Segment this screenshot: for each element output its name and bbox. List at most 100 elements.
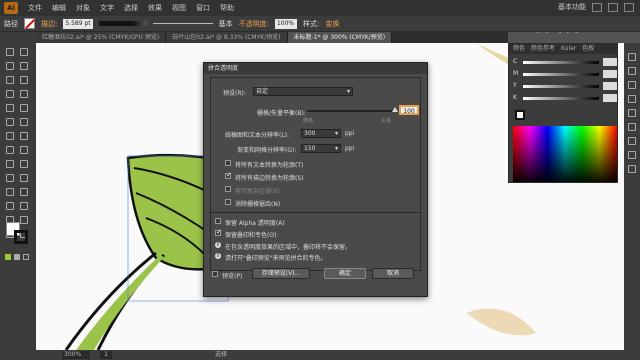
menu-object[interactable]: 对象 bbox=[76, 3, 90, 13]
fill-swatch[interactable] bbox=[24, 18, 35, 29]
document-tabs: 红糖酒坊02.ai* @ 25% (CMYK/GPU 预览) 玩叶山包02.ai… bbox=[36, 32, 508, 43]
preserve-alpha-checkbox[interactable] bbox=[215, 218, 221, 224]
channel-k-field[interactable] bbox=[603, 94, 617, 102]
width-tool-icon[interactable] bbox=[6, 146, 14, 154]
symbol-sprayer-tool-icon[interactable] bbox=[6, 202, 14, 210]
channel-k-label: K bbox=[513, 94, 517, 101]
lasso-tool-icon[interactable] bbox=[20, 62, 28, 70]
raster-max-label: 矢量 bbox=[381, 118, 392, 124]
free-transform-tool-icon[interactable] bbox=[20, 146, 28, 154]
cancel-button[interactable]: 取消 bbox=[372, 268, 414, 279]
preserve-overprint-checkbox[interactable] bbox=[215, 228, 222, 236]
transform-link[interactable]: 变换 bbox=[325, 19, 339, 29]
color-mode-icon[interactable] bbox=[5, 254, 11, 260]
stroke-label[interactable]: 描边: bbox=[41, 19, 57, 29]
preset-select[interactable]: 自定 bbox=[253, 87, 353, 96]
tab-color-guide[interactable]: 颜色参考 bbox=[531, 44, 555, 54]
flatten-transparency-dialog: 拼合透明度 预设(R): 自定 栅格/矢量平衡(B): 100 栅格 矢量 线稿… bbox=[203, 62, 428, 297]
brushes-panel-icon[interactable] bbox=[628, 81, 636, 89]
gradient-tool-icon[interactable] bbox=[20, 174, 28, 182]
tab-document-2[interactable]: 玩叶山包02.ai* @ 8.33% (CMYK/预览) bbox=[166, 32, 288, 43]
none-mode-icon[interactable] bbox=[23, 254, 29, 260]
stroke-panel-icon[interactable] bbox=[628, 109, 636, 117]
rotate-tool-icon[interactable] bbox=[6, 132, 14, 140]
tab-swatches[interactable]: 色板 bbox=[582, 44, 594, 54]
menu-file[interactable]: 文件 bbox=[28, 3, 42, 13]
swatches-panel-icon[interactable] bbox=[628, 67, 636, 75]
line-art-resolution-field[interactable]: 300 bbox=[301, 129, 341, 138]
clip-regions-checkbox[interactable] bbox=[225, 186, 231, 192]
pencil-tool-icon[interactable] bbox=[20, 104, 28, 112]
opacity-label[interactable]: 不透明度: bbox=[239, 19, 269, 29]
blend-tool-icon[interactable] bbox=[20, 188, 28, 196]
paintbrush-tool-icon[interactable] bbox=[6, 104, 14, 112]
raster-vector-slider-thumb[interactable] bbox=[392, 107, 398, 112]
stroke-color-icon[interactable] bbox=[14, 230, 28, 244]
blob-brush-tool-icon[interactable] bbox=[6, 118, 14, 126]
direct-selection-tool-icon[interactable] bbox=[20, 48, 28, 56]
channel-y-slider[interactable] bbox=[523, 85, 599, 88]
channel-k-slider[interactable] bbox=[523, 97, 599, 100]
tab-document-1[interactable]: 红糖酒坊02.ai* @ 25% (CMYK/GPU 预览) bbox=[36, 32, 167, 43]
menu-view[interactable]: 视图 bbox=[172, 3, 186, 13]
color-panel-icon[interactable] bbox=[628, 53, 636, 61]
raster-vector-value-field[interactable]: 100 bbox=[399, 105, 419, 115]
shape-builder-tool-icon[interactable] bbox=[6, 160, 14, 168]
text-outline-checkbox[interactable] bbox=[225, 160, 231, 166]
brush-definition[interactable] bbox=[152, 23, 213, 24]
channel-c-field[interactable] bbox=[603, 58, 617, 66]
raster-min-label: 栅格 bbox=[303, 118, 314, 124]
save-preset-button[interactable]: 存储预设(V)... bbox=[252, 268, 310, 279]
slice-tool-icon[interactable] bbox=[20, 216, 28, 224]
rectangle-tool-icon[interactable] bbox=[20, 90, 28, 98]
raster-vector-slider-track[interactable] bbox=[307, 110, 395, 112]
appearance-panel-icon[interactable] bbox=[628, 151, 636, 159]
zoom-field[interactable]: 300% bbox=[62, 351, 90, 359]
menu-type[interactable]: 文字 bbox=[100, 3, 114, 13]
color-spectrum[interactable] bbox=[513, 126, 617, 182]
gradient-panel-icon[interactable] bbox=[628, 123, 636, 131]
minimize-icon[interactable] bbox=[592, 2, 602, 12]
menu-select[interactable]: 选择 bbox=[124, 3, 138, 13]
brush-style-label: 基本 bbox=[218, 19, 233, 28]
stroke-outline-checkbox[interactable] bbox=[225, 171, 232, 179]
menu-window[interactable]: 窗口 bbox=[196, 3, 210, 13]
magic-wand-tool-icon[interactable] bbox=[6, 62, 14, 70]
opacity-field[interactable]: 100% bbox=[274, 18, 297, 29]
menu-effect[interactable]: 效果 bbox=[148, 3, 162, 13]
tab-color[interactable]: 颜色 bbox=[513, 44, 525, 54]
variable-width-profile[interactable] bbox=[98, 21, 147, 26]
workspace-switcher[interactable]: 基本功能 bbox=[558, 2, 586, 12]
symbols-panel-icon[interactable] bbox=[628, 95, 636, 103]
maximize-icon[interactable] bbox=[608, 2, 618, 12]
selection-tool-icon[interactable] bbox=[6, 48, 14, 56]
channel-m-field[interactable] bbox=[603, 70, 617, 78]
eyedropper-tool-icon[interactable] bbox=[6, 188, 14, 196]
mesh-tool-icon[interactable] bbox=[6, 174, 14, 182]
type-tool-icon[interactable] bbox=[20, 76, 28, 84]
channel-y-field[interactable] bbox=[603, 82, 617, 90]
menu-help[interactable]: 帮助 bbox=[220, 3, 234, 13]
column-graph-tool-icon[interactable] bbox=[20, 202, 28, 210]
layers-panel-icon[interactable] bbox=[628, 165, 636, 173]
scale-tool-icon[interactable] bbox=[20, 132, 28, 140]
stroke-swatch-icon[interactable] bbox=[515, 110, 525, 120]
close-icon[interactable] bbox=[624, 2, 634, 12]
channel-m-slider[interactable] bbox=[523, 73, 599, 76]
stroke-weight-field[interactable]: 5.589 pt bbox=[63, 18, 93, 29]
menu-edit[interactable]: 编辑 bbox=[52, 3, 66, 13]
line-tool-icon[interactable] bbox=[6, 90, 14, 98]
tab-kuler[interactable]: Kuler bbox=[561, 44, 576, 54]
preview-checkbox[interactable] bbox=[212, 271, 218, 277]
perspective-grid-tool-icon[interactable] bbox=[20, 160, 28, 168]
ok-button[interactable]: 确定 bbox=[324, 268, 366, 279]
transparency-panel-icon[interactable] bbox=[628, 137, 636, 145]
gradient-mode-icon[interactable] bbox=[14, 254, 20, 260]
antialias-checkbox[interactable] bbox=[225, 199, 231, 205]
tab-document-3[interactable]: 未标题-1* @ 300% (CMYK/预览) bbox=[287, 32, 393, 43]
eraser-tool-icon[interactable] bbox=[20, 118, 28, 126]
gradient-resolution-field[interactable]: 150 bbox=[301, 144, 341, 153]
channel-c-slider[interactable] bbox=[523, 61, 599, 64]
pen-tool-icon[interactable] bbox=[6, 76, 14, 84]
artboard-number-field[interactable]: 1 bbox=[100, 351, 112, 359]
